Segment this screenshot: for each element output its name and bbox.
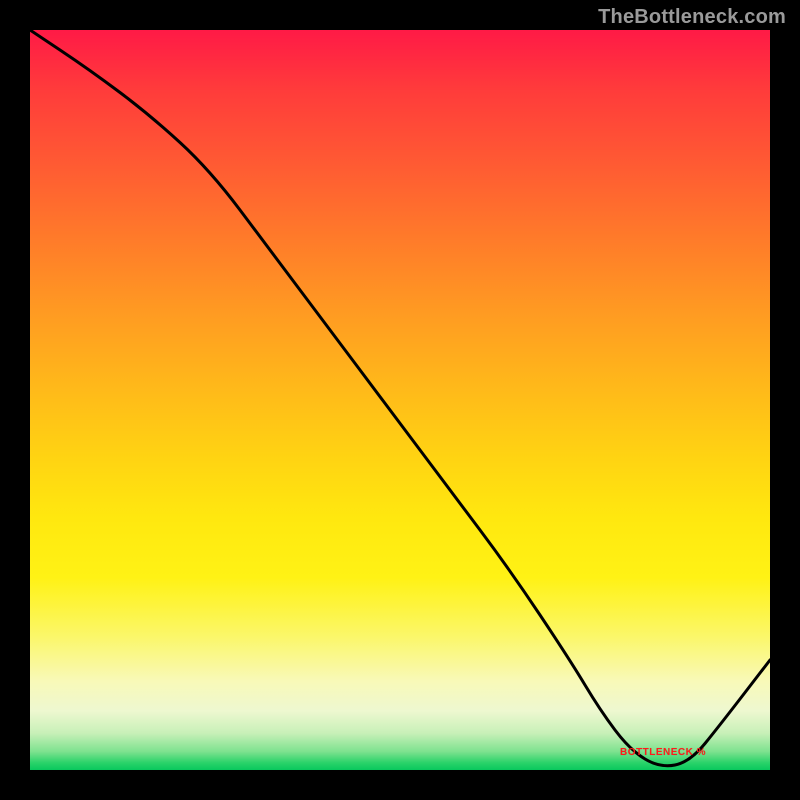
watermark-text: TheBottleneck.com [598, 6, 786, 29]
bottleneck-curve [30, 30, 770, 766]
plot-area: BOTTLENECK % [30, 30, 770, 770]
curve-svg [30, 30, 770, 770]
chart-stage: TheBottleneck.com BOTTLENECK % [0, 0, 800, 800]
bottleneck-label: BOTTLENECK % [620, 747, 706, 758]
